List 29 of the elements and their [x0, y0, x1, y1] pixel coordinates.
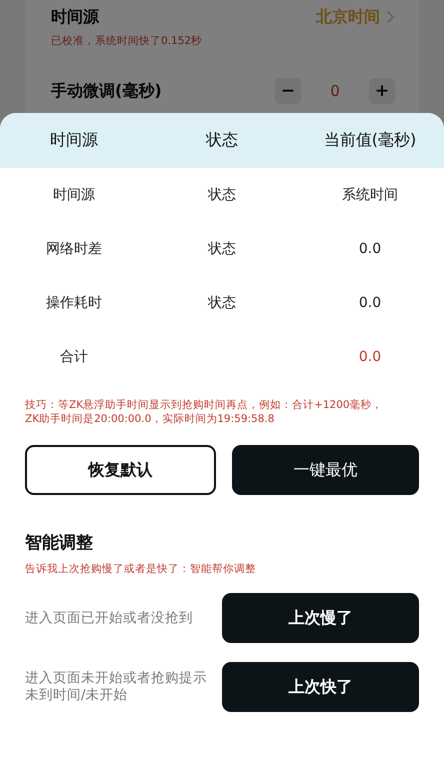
- tip-text: 技巧：等ZK悬浮助手时间显示到抢购时间再点，例如：合计+1200毫秒，ZK助手时间是20:00:00.0，实际时间为19:59:58.8: [25, 399, 384, 426]
- table-cell-text: 网络时差: [45, 240, 103, 258]
- table-cell-text: 0.0: [358, 241, 382, 257]
- section-title: 智能调整: [25, 532, 94, 554]
- column-header: 状态: [204, 130, 239, 151]
- section-subtitle: 告诉我上次抢购慢了或者是快了：智能帮你调整: [25, 562, 257, 576]
- option-description: 进入页面未开始或者抢购提示未到时间/未开始: [25, 670, 208, 704]
- column-header: 时间源: [49, 130, 99, 151]
- action-button[interactable]: 恢复默认: [25, 445, 216, 496]
- calibration-status: 已校准，系统时间快了0.152秒: [51, 34, 204, 48]
- table-cell-text: 0.0: [358, 349, 382, 365]
- table-cell: 状态: [208, 187, 236, 203]
- table-cell-text: 0.0: [358, 295, 382, 311]
- setting-label: 手动微调(毫秒): [51, 80, 163, 102]
- option-description: 进入页面已开始或者没抢到: [25, 610, 194, 627]
- table-cell-text: 系统时间: [341, 186, 399, 204]
- table-cell-text: 时间源: [52, 186, 96, 204]
- feedback-button[interactable]: 上次快了: [222, 662, 419, 712]
- table-cell-text: 操作耗时: [45, 294, 103, 312]
- feedback-button[interactable]: 上次慢了: [222, 593, 419, 644]
- table-cell: 状态: [208, 295, 236, 311]
- setting-label: 时间源: [51, 6, 100, 28]
- table-cell: 状态: [208, 241, 236, 257]
- decrement-button[interactable]: −: [275, 78, 301, 104]
- table-cell-text: 合计: [59, 348, 89, 366]
- chevron-right-icon: [386, 10, 395, 24]
- action-button[interactable]: 一键最优: [232, 445, 419, 496]
- increment-button[interactable]: +: [369, 78, 395, 104]
- column-header: 当前值(毫秒): [322, 130, 418, 151]
